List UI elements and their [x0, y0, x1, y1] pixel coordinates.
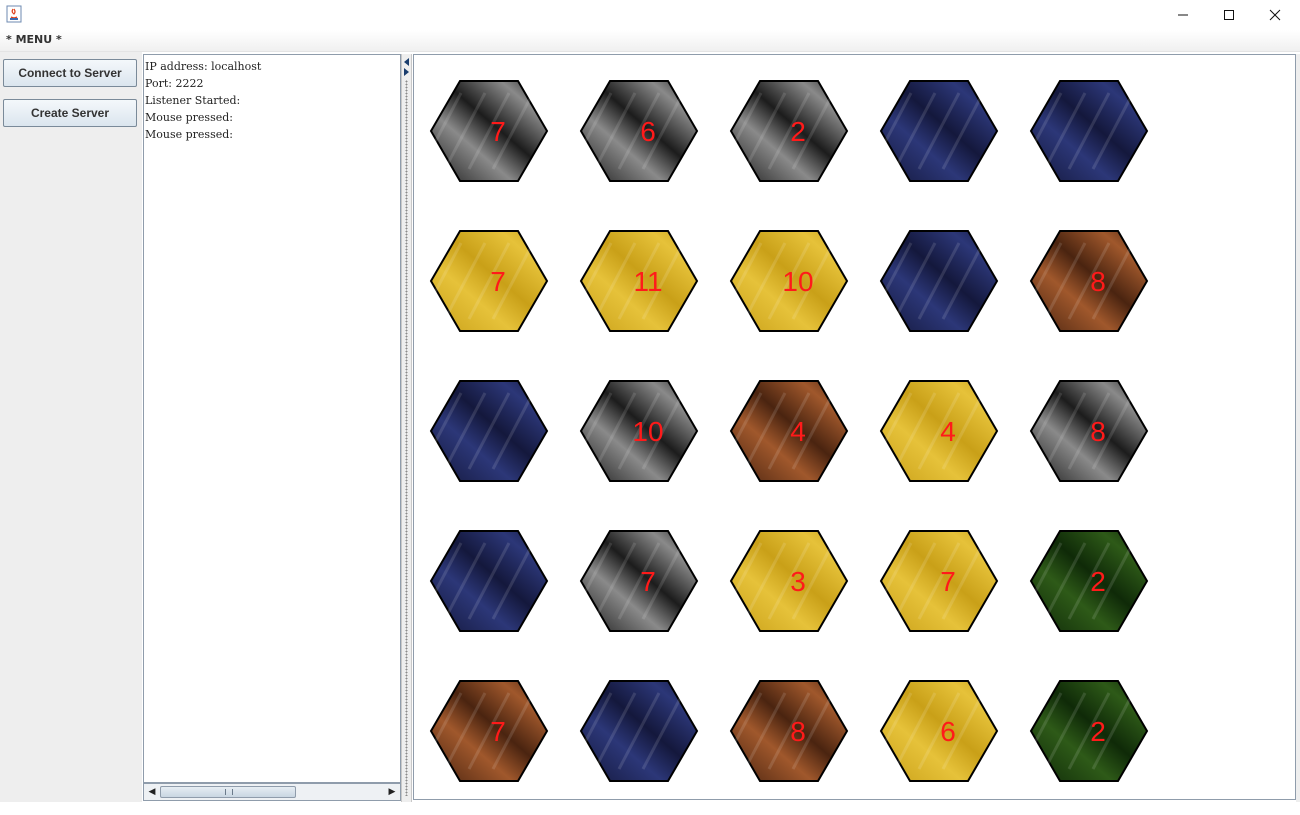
- grip-icon: [225, 789, 233, 795]
- hex-tile-brick[interactable]: 7: [419, 680, 549, 782]
- menu-bar: * MENU *: [0, 30, 1300, 52]
- collapse-right-icon[interactable]: [404, 68, 409, 76]
- tile-number: 6: [640, 116, 656, 147]
- hex-tile-wheat[interactable]: 6: [869, 680, 999, 782]
- tile-number: 7: [490, 716, 506, 747]
- log-line: Mouse pressed:: [145, 128, 233, 141]
- divider-grip: [405, 80, 408, 796]
- hex-tile-stone[interactable]: 7: [419, 80, 549, 182]
- tile-number: 7: [940, 566, 956, 597]
- hex-tile-wheat[interactable]: 11: [569, 230, 699, 332]
- java-app-icon: [6, 5, 22, 23]
- tile-number: 2: [1090, 566, 1106, 597]
- tile-number: 2: [1090, 716, 1106, 747]
- tile-number: 8: [1090, 416, 1106, 447]
- tile-number: 4: [790, 416, 806, 447]
- hex-tile-brick[interactable]: 8: [1019, 230, 1149, 332]
- hex-tile-water[interactable]: [419, 380, 549, 482]
- hex-tile-wheat[interactable]: 7: [419, 230, 549, 332]
- tile-number: 10: [782, 266, 813, 297]
- collapse-left-icon[interactable]: [404, 58, 409, 66]
- hex-tile-water[interactable]: [869, 230, 999, 332]
- hex-tile-forest[interactable]: 2: [1019, 530, 1149, 632]
- tile-number: 10: [632, 416, 663, 447]
- maximize-icon: [1224, 10, 1234, 20]
- log-line: Listener Started:: [145, 94, 241, 107]
- log-line: Port: 2222: [145, 77, 204, 90]
- hex-tile-stone[interactable]: 6: [569, 80, 699, 182]
- scroll-left-icon[interactable]: ◀: [146, 786, 158, 798]
- scrollbar-thumb[interactable]: [160, 786, 296, 798]
- log-line: Mouse pressed:: [145, 111, 233, 124]
- hex-tile-wheat[interactable]: 3: [719, 530, 849, 632]
- maximize-button[interactable]: [1206, 0, 1252, 30]
- tile-number: 3: [790, 566, 806, 597]
- create-server-button[interactable]: Create Server: [3, 99, 137, 127]
- hex-tile-stone[interactable]: 8: [1019, 380, 1149, 482]
- connect-to-server-button[interactable]: Connect to Server: [3, 59, 137, 87]
- tile-number: 11: [633, 266, 662, 297]
- tile-number: 2: [790, 116, 806, 147]
- hex-tile-water[interactable]: [569, 680, 699, 782]
- tile-number: 8: [1090, 266, 1106, 297]
- log-line: IP address: localhost: [145, 60, 262, 73]
- hex-tile-stone[interactable]: 10: [569, 380, 699, 482]
- minimize-button[interactable]: [1160, 0, 1206, 30]
- tile-number: 6: [940, 716, 956, 747]
- tile-number: 7: [490, 266, 506, 297]
- hex-tile-water[interactable]: [869, 80, 999, 182]
- title-bar: [0, 0, 1300, 30]
- scroll-right-icon[interactable]: ▶: [386, 786, 398, 798]
- tile-number: 7: [640, 566, 656, 597]
- hex-tile-stone[interactable]: 7: [569, 530, 699, 632]
- log-lines: IP address: localhost Port: 2222 Listene…: [145, 58, 261, 143]
- tile-number: 4: [940, 416, 956, 447]
- hex-tile-wheat[interactable]: 4: [869, 380, 999, 482]
- hex-tile-water[interactable]: [1019, 80, 1149, 182]
- tile-number: 7: [490, 116, 506, 147]
- minimize-icon: [1178, 14, 1188, 16]
- hex-tile-brick[interactable]: 8: [719, 680, 849, 782]
- menu-item-main[interactable]: * MENU *: [6, 33, 62, 46]
- log-text-area[interactable]: IP address: localhost Port: 2222 Listene…: [143, 54, 401, 783]
- hex-tile-wheat[interactable]: 10: [719, 230, 849, 332]
- game-board[interactable]: 7 6 2 7 11 10 8 10 4 4 8 7 3 7 2 7 8 6 2: [413, 54, 1296, 800]
- split-pane-divider[interactable]: [401, 54, 412, 802]
- hex-tile-wheat[interactable]: 7: [869, 530, 999, 632]
- hex-tile-brick[interactable]: 4: [719, 380, 849, 482]
- close-icon: [1269, 9, 1281, 21]
- horizontal-scrollbar[interactable]: ◀ ▶: [143, 783, 401, 801]
- hex-tile-forest[interactable]: 2: [1019, 680, 1149, 782]
- control-panel: Connect to Server Create Server: [0, 52, 142, 802]
- close-button[interactable]: [1252, 0, 1298, 30]
- hex-tile-stone[interactable]: 2: [719, 80, 849, 182]
- tile-number: 8: [790, 716, 806, 747]
- hex-tile-water[interactable]: [419, 530, 549, 632]
- window-edge: [1296, 54, 1300, 802]
